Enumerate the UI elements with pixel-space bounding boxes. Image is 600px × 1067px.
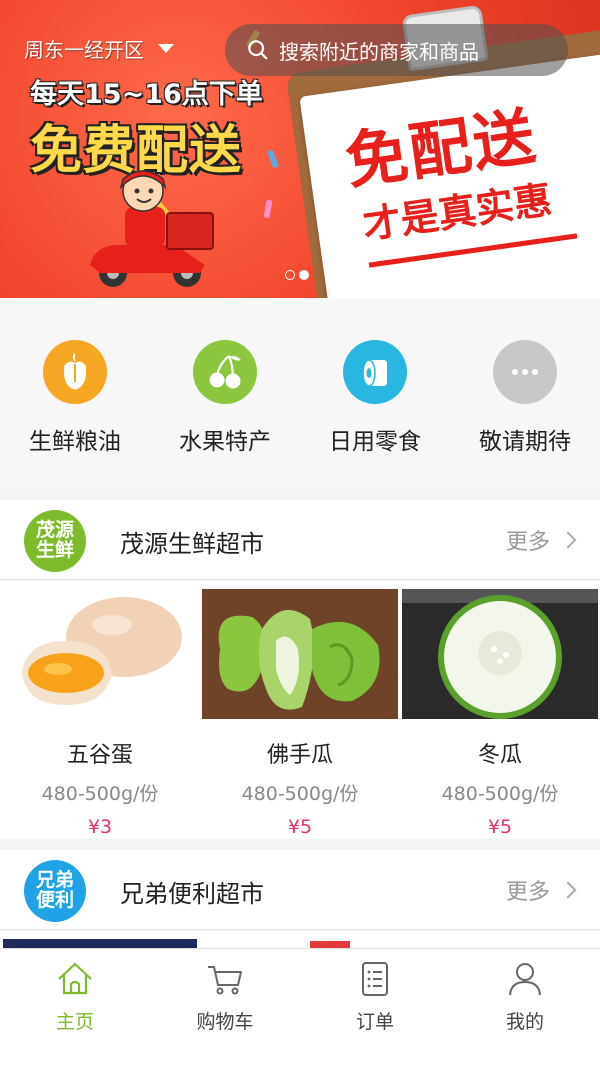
order-list-icon <box>362 962 388 996</box>
category-label: 生鲜粮油 <box>29 429 121 455</box>
chevron-right-icon <box>559 531 577 549</box>
product-card[interactable]: 五谷蛋 480-500g/份 ¥3 <box>0 581 200 839</box>
product-name: 冬瓜 <box>477 743 522 768</box>
tissue-roll-icon <box>343 340 407 404</box>
product-row-peek <box>0 931 600 949</box>
category-grid: 生鲜粮油 水果特产 日用零食 敬请期待 <box>0 298 600 488</box>
banner-pagination <box>285 270 309 280</box>
category-fruit-specialty[interactable]: 水果特产 <box>150 298 300 488</box>
location-selector[interactable]: 周东一经开区 <box>24 34 174 63</box>
product-spec: 480-500g/份 <box>41 783 159 805</box>
store-logo-text: 生鲜 <box>35 539 74 561</box>
product-spec: 480-500g/份 <box>241 783 359 805</box>
store-header-maoyuan[interactable]: 茂源 生鲜 茂源生鲜超市 更多 <box>0 500 600 580</box>
category-coming-soon[interactable]: 敬请期待 <box>450 298 600 488</box>
tab-cart[interactable]: 购物车 <box>150 949 300 1067</box>
search-bar[interactable]: 搜索附近的商家和商品 <box>225 24 568 76</box>
pagination-dot-active <box>299 270 309 280</box>
top-bar: 周东一经开区 搜索附近的商家和商品 <box>0 24 600 76</box>
location-label: 周东一经开区 <box>24 38 144 62</box>
product-row: 五谷蛋 480-500g/份 ¥3 佛手瓜 480-500g/份 ¥5 冬瓜 4… <box>0 581 600 839</box>
tab-profile[interactable]: 我的 <box>450 949 600 1067</box>
category-label: 水果特产 <box>179 429 271 455</box>
bottom-tab-bar: 主页 购物车 订单 我的 <box>0 948 600 1067</box>
store-name: 兄弟便利超市 <box>120 880 264 908</box>
tab-orders[interactable]: 订单 <box>300 949 450 1067</box>
tab-label: 主页 <box>55 1011 94 1033</box>
more-label: 更多 <box>505 530 550 555</box>
product-name: 五谷蛋 <box>66 743 133 768</box>
cart-icon <box>208 966 242 995</box>
pepper-icon <box>43 340 107 404</box>
egg-image <box>2 589 198 719</box>
confetti <box>263 199 273 219</box>
category-label: 敬请期待 <box>479 429 571 455</box>
product-price: ¥5 <box>287 816 313 838</box>
chevron-down-icon <box>158 44 174 53</box>
more-link[interactable]: 更多 <box>505 874 577 906</box>
confetti <box>267 149 279 169</box>
cherry-icon <box>193 340 257 404</box>
tab-home[interactable]: 主页 <box>0 949 150 1067</box>
category-fresh-grain-oil[interactable]: 生鲜粮油 <box>0 298 150 488</box>
chevron-right-icon <box>559 881 577 899</box>
more-label: 更多 <box>505 880 550 905</box>
more-link[interactable]: 更多 <box>505 524 577 556</box>
product-price: ¥3 <box>87 816 113 838</box>
store-logo-text: 便利 <box>35 889 74 911</box>
search-placeholder: 搜索附近的商家和商品 <box>279 39 479 64</box>
delivery-courier-illustration <box>90 170 214 287</box>
product-card[interactable]: 佛手瓜 480-500g/份 ¥5 <box>200 581 400 839</box>
tab-label: 我的 <box>505 1011 544 1033</box>
chayote-image <box>202 589 398 719</box>
banner-time-text: 每天15~16点下单 <box>30 79 263 110</box>
more-dots-icon <box>493 340 557 404</box>
tab-label: 订单 <box>355 1011 394 1033</box>
store-name: 茂源生鲜超市 <box>120 530 264 558</box>
user-icon <box>509 963 541 996</box>
product-spec: 480-500g/份 <box>441 783 559 805</box>
search-icon <box>248 40 268 60</box>
app-screen: 免配送 才是真实惠 每天15~16点下单 免费配送 周东一经开区 搜索附近的商家… <box>0 0 600 1067</box>
store-logo: 兄弟 便利 <box>24 860 86 922</box>
category-label: 日用零食 <box>329 429 421 455</box>
category-daily-snacks[interactable]: 日用零食 <box>300 298 450 488</box>
store-logo: 茂源 生鲜 <box>24 510 86 572</box>
pagination-dot <box>285 270 295 280</box>
store-header-xiongdi[interactable]: 兄弟 便利 兄弟便利超市 更多 <box>0 850 600 930</box>
winter-melon-image <box>402 589 598 719</box>
home-icon <box>58 962 92 995</box>
product-card[interactable]: 冬瓜 480-500g/份 ¥5 <box>400 581 600 839</box>
product-name: 佛手瓜 <box>266 743 333 768</box>
store-logo-text: 兄弟 <box>35 869 74 892</box>
store-logo-text: 茂源 <box>35 519 74 542</box>
product-price: ¥5 <box>487 816 513 838</box>
tab-label: 购物车 <box>196 1011 254 1033</box>
